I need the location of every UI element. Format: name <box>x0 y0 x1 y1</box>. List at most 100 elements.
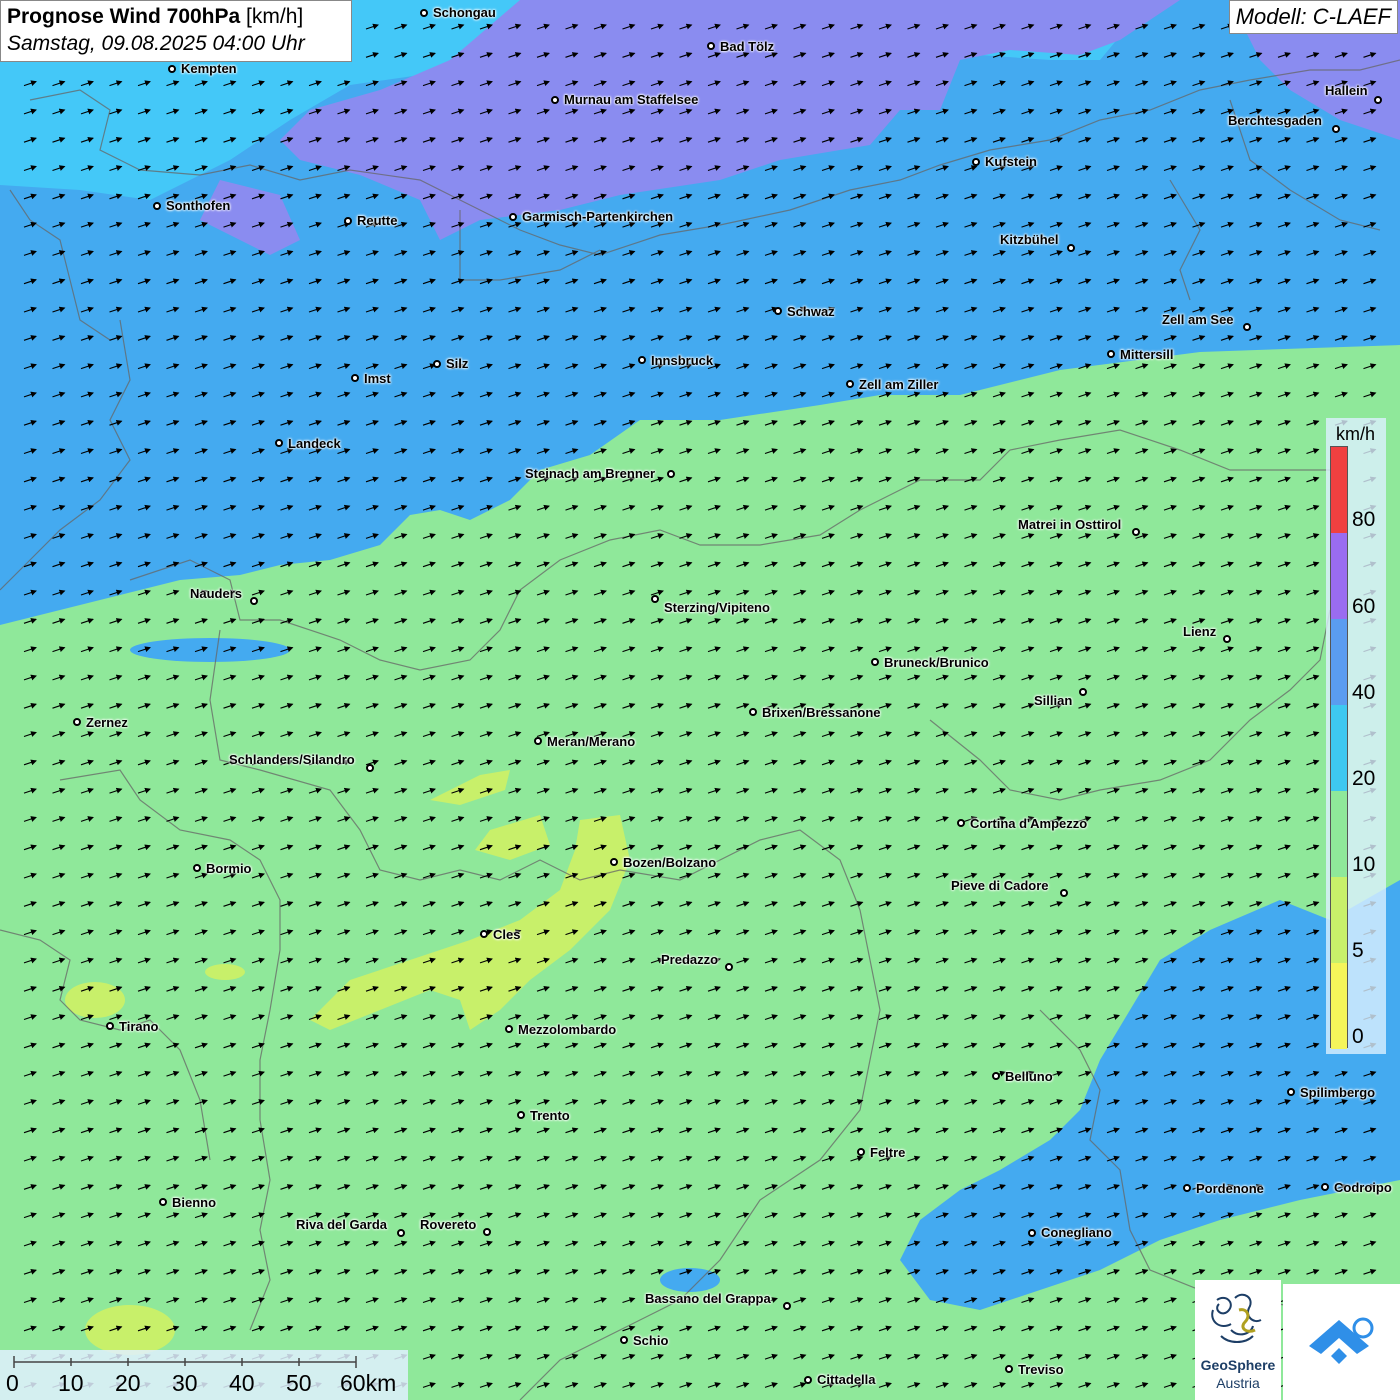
region-20-40 <box>130 638 290 662</box>
region-5-10 <box>65 982 125 1018</box>
city-label: Conegliano <box>1041 1225 1112 1240</box>
title-unit: [km/h] <box>246 5 304 28</box>
city-label: Kitzbühel <box>1000 232 1059 247</box>
city-label: Tirano <box>119 1019 159 1034</box>
city-label: Feltre <box>870 1145 906 1160</box>
forecast-datetime: Samstag, 09.08.2025 04:00 Uhr <box>7 32 305 55</box>
city-label: Berchtesgaden <box>1228 113 1322 128</box>
legend-swatch-5 <box>1331 877 1347 963</box>
wind-forecast-map: Prognose Wind 700hPa [km/h] Samstag, 09.… <box>0 0 1400 1400</box>
city-marker-icon <box>957 819 965 827</box>
city-marker-icon <box>73 718 81 726</box>
city-marker-icon <box>433 360 441 368</box>
city-marker-icon <box>1028 1229 1036 1237</box>
city-label: Sillian <box>1034 693 1073 708</box>
city-marker-icon <box>1005 1365 1013 1373</box>
model-label: Modell: C-LAEF <box>1228 0 1398 34</box>
city-label: Landeck <box>288 436 341 451</box>
city-label: Cortina d'Ampezzo <box>970 816 1088 831</box>
city-label: Treviso <box>1018 1362 1064 1377</box>
scale-bar: 0 10 20 30 40 50 60km <box>0 1350 408 1400</box>
city-label: Matrei in Osttirol <box>1018 517 1122 532</box>
city-marker-icon <box>651 595 659 603</box>
city-marker-icon <box>106 1022 114 1030</box>
legend-swatch-80 <box>1331 447 1347 533</box>
logo-name: GeoSphere <box>1200 1357 1276 1373</box>
city-label: Mittersill <box>1120 347 1174 362</box>
legend-label: 80 <box>1352 508 1376 531</box>
city-marker-icon <box>505 1025 513 1033</box>
color-legend: km/h 80 60 40 20 10 5 0 <box>1326 418 1386 1054</box>
city-marker-icon <box>153 202 161 210</box>
city-label: Bruneck/Brunico <box>884 655 989 670</box>
city-marker-icon <box>534 737 542 745</box>
city-marker-icon <box>667 470 675 478</box>
city-marker-icon <box>725 963 733 971</box>
legend-swatch-0 <box>1331 963 1347 1049</box>
title-variable: Prognose Wind 700hPa <box>7 5 241 28</box>
city-label: Lienz <box>1183 624 1217 639</box>
city-label: Innsbruck <box>651 353 714 368</box>
city-label: Silz <box>446 356 469 371</box>
city-marker-icon <box>1321 1183 1329 1191</box>
scale-label: 60km <box>340 1370 397 1396</box>
city-marker-icon <box>250 597 258 605</box>
city-marker-icon <box>551 96 559 104</box>
city-label: Cittadella <box>817 1372 876 1387</box>
map-title-box: Prognose Wind 700hPa [km/h] Samstag, 09.… <box>0 0 352 62</box>
geosphere-logo-icon <box>1211 1293 1262 1343</box>
legend-label: 5 <box>1352 939 1364 962</box>
city-marker-icon <box>992 1072 1000 1080</box>
city-label: Steinach am Brenner <box>525 466 656 481</box>
city-label: Hallein <box>1325 83 1368 98</box>
legend-unit: km/h <box>1336 424 1376 444</box>
city-marker-icon <box>846 380 854 388</box>
scale-label: 30 <box>172 1370 198 1396</box>
city-marker-icon <box>366 764 374 772</box>
city-marker-icon <box>871 658 879 666</box>
city-marker-icon <box>749 708 757 716</box>
city-label: Kufstein <box>985 154 1037 169</box>
legend-swatch-40 <box>1331 619 1347 705</box>
scale-label: 40 <box>229 1370 255 1396</box>
region-5-10 <box>205 964 245 980</box>
city-label: Bozen/Bolzano <box>623 855 717 870</box>
city-marker-icon <box>1067 244 1075 252</box>
legend-label: 0 <box>1352 1025 1364 1048</box>
legend-label: 60 <box>1352 595 1376 618</box>
city-marker-icon <box>1243 323 1251 331</box>
city-marker-icon <box>1183 1184 1191 1192</box>
map-title: Prognose Wind 700hPa [km/h] <box>7 5 345 29</box>
legend-label: 10 <box>1352 853 1376 876</box>
city-label: Mezzolombardo <box>518 1022 617 1037</box>
city-marker-icon <box>344 217 352 225</box>
city-label: Imst <box>364 371 391 386</box>
partner-logo <box>1283 1284 1400 1400</box>
city-label: Garmisch-Partenkirchen <box>522 209 674 224</box>
city-label: Bad Tölz <box>720 39 775 54</box>
scale-label: 50 <box>286 1370 312 1396</box>
city-marker-icon <box>159 1198 167 1206</box>
city-label: Bienno <box>172 1195 217 1210</box>
city-label: Kempten <box>181 61 237 76</box>
city-marker-icon <box>1107 350 1115 358</box>
geosphere-logo: GeoSphere Austria <box>1195 1280 1281 1400</box>
scale-label: 20 <box>115 1370 141 1396</box>
city-label: Cles <box>493 927 521 942</box>
city-label: Brixen/Bressanone <box>762 705 881 720</box>
city-label: Nauders <box>190 586 243 601</box>
city-marker-icon <box>1060 889 1068 897</box>
city-marker-icon <box>480 930 488 938</box>
scale-label: 0 <box>6 1370 19 1396</box>
city-label: Schwaz <box>787 304 835 319</box>
city-label: Rovereto <box>420 1217 477 1232</box>
region-20-40 <box>660 1268 720 1292</box>
city-marker-icon <box>804 1376 812 1384</box>
scale-label: 10 <box>58 1370 84 1396</box>
city-label: Bassano del Grappa <box>645 1291 771 1306</box>
city-marker-icon <box>168 65 176 73</box>
city-label: Zell am See <box>1162 312 1234 327</box>
city-marker-icon <box>483 1228 491 1236</box>
city-marker-icon <box>783 1302 791 1310</box>
city-marker-icon <box>275 439 283 447</box>
